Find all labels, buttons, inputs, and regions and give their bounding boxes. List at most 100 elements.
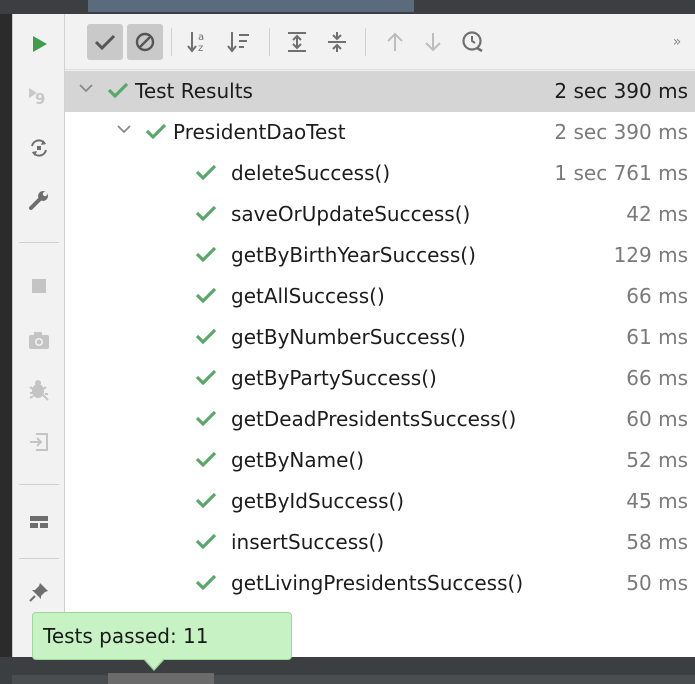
passed-check-icon (195, 205, 217, 222)
tree-node-test[interactable]: getByNumberSuccess() 61 ms (65, 317, 695, 358)
export-icon (30, 433, 48, 451)
test-name-label: getLivingPresidentsSuccess() (231, 571, 524, 595)
toolbar-separator (269, 28, 270, 56)
passed-check-icon (195, 451, 217, 468)
run-tool-window: 9 a z » Test Results 2 sec 390 ms Presid… (12, 14, 695, 657)
settings-wrench-icon (29, 191, 48, 210)
debug-button[interactable] (23, 374, 55, 406)
tree-node-test[interactable]: getLivingPresidentsSuccess() 50 ms (65, 563, 695, 604)
toolbar-overflow-button[interactable]: » (659, 24, 695, 60)
collapse-all-icon (328, 32, 346, 52)
duration-label: 60 ms (626, 407, 688, 431)
tree-node-label: Test Results (135, 79, 253, 103)
duration-label: 1 sec 761 ms (554, 161, 688, 185)
toolbar-separator (171, 28, 172, 56)
sort-by-duration-button[interactable] (221, 24, 257, 60)
toggle-auto-test-button[interactable] (23, 132, 55, 164)
duration-label: 129 ms (613, 243, 688, 267)
stop-button[interactable] (23, 270, 55, 302)
passed-check-icon (195, 369, 217, 386)
test-name-label: getByBirthYearSuccess() (231, 243, 476, 267)
test-history-button[interactable] (455, 24, 491, 60)
expand-all-button[interactable] (279, 24, 315, 60)
sort-alphabetically-button[interactable]: az (181, 24, 217, 60)
test-name-label: saveOrUpdateSuccess() (231, 202, 471, 226)
test-results-toolbar: az » (65, 14, 695, 70)
duration-label: 2 sec 390 ms (554, 120, 688, 144)
toolbar-separator (19, 242, 59, 243)
debug-bug-icon (29, 380, 49, 401)
passed-check-icon (195, 328, 217, 345)
rerun-play-icon (33, 36, 47, 52)
test-results-tree[interactable]: Test Results 2 sec 390 ms PresidentDaoTe… (65, 71, 695, 657)
toolbar-separator (365, 28, 366, 56)
duration-label: 61 ms (626, 325, 688, 349)
rerun-failed-button[interactable]: 9 (23, 80, 55, 112)
chevron-down-icon[interactable] (77, 79, 95, 97)
duration-label: 66 ms (626, 284, 688, 308)
active-bottom-tab-indicator (108, 673, 214, 684)
passed-check-icon (107, 82, 129, 99)
settings-button[interactable] (23, 184, 55, 216)
show-ignored-toggle[interactable] (127, 24, 163, 60)
tree-node-test[interactable]: deleteSuccess() 1 sec 761 ms (65, 153, 695, 194)
sort-alphabetically-icon: az (187, 32, 204, 54)
chevron-down-icon[interactable] (115, 120, 133, 138)
collapse-all-button[interactable] (319, 24, 355, 60)
bottom-status-strip (0, 657, 695, 684)
tree-node-test[interactable]: getByName() 52 ms (65, 440, 695, 481)
expand-all-icon (288, 32, 306, 52)
duration-label: 50 ms (626, 571, 688, 595)
sort-by-duration-icon (227, 32, 249, 53)
run-side-toolbar: 9 (13, 14, 65, 657)
export-button[interactable] (23, 426, 55, 458)
test-name-label: getDeadPresidentsSuccess() (231, 407, 517, 431)
passed-check-icon (195, 574, 217, 591)
tests-passed-tooltip: Tests passed: 11 (32, 612, 292, 660)
rerun-failed-icon: 9 (29, 88, 45, 107)
screenshot-button[interactable] (23, 324, 55, 356)
passed-check-icon (145, 123, 167, 140)
layout-button[interactable] (23, 506, 55, 538)
layout-icon (30, 516, 48, 528)
test-history-clock-icon (462, 31, 483, 53)
screenshot-camera-icon (29, 332, 49, 349)
pin-button[interactable] (23, 576, 55, 608)
tree-root-test-results[interactable]: Test Results 2 sec 390 ms (65, 71, 695, 112)
passed-check-icon (195, 164, 217, 181)
duration-label: 52 ms (626, 448, 688, 472)
ide-window: 9 a z » Test Results 2 sec 390 ms Presid… (0, 0, 695, 684)
tree-node-test[interactable]: getDeadPresidentsSuccess() 60 ms (65, 399, 695, 440)
stop-icon (32, 279, 46, 293)
show-passed-toggle[interactable] (87, 24, 123, 60)
duration-label: 66 ms (626, 366, 688, 390)
tooltip-text: Tests passed: 11 (43, 624, 209, 648)
next-failed-button[interactable] (415, 24, 451, 60)
tree-node-test[interactable]: saveOrUpdateSuccess() 42 ms (65, 194, 695, 235)
tree-node-test[interactable]: getByIdSuccess() 45 ms (65, 481, 695, 522)
pin-icon (29, 583, 48, 602)
tooltip-arrow-fill (144, 658, 164, 669)
passed-check-icon (195, 410, 217, 427)
test-name-label: getByPartySuccess() (231, 366, 437, 390)
svg-text:9: 9 (35, 90, 45, 107)
test-name-label: insertSuccess() (231, 530, 385, 554)
tree-node-test[interactable]: insertSuccess() 58 ms (65, 522, 695, 563)
passed-check-icon (195, 492, 217, 509)
duration-label: 58 ms (626, 530, 688, 554)
toolbar-separator (19, 558, 59, 559)
tree-node-suite[interactable]: PresidentDaoTest 2 sec 390 ms (65, 112, 695, 153)
top-tab-strip (0, 0, 695, 14)
tree-node-test[interactable]: getByPartySuccess() 66 ms (65, 358, 695, 399)
duration-label: 45 ms (626, 489, 688, 513)
tree-node-test[interactable]: getByBirthYearSuccess() 129 ms (65, 235, 695, 276)
toolbar-separator (19, 484, 59, 485)
test-name-label: getByNumberSuccess() (231, 325, 466, 349)
test-name-label: deleteSuccess() (231, 161, 391, 185)
show-ignored-icon (135, 32, 155, 52)
show-passed-check-icon (94, 34, 116, 51)
test-name-label: getAllSuccess() (231, 284, 385, 308)
rerun-button[interactable] (23, 28, 55, 60)
previous-failed-button[interactable] (377, 24, 413, 60)
tree-node-test[interactable]: getAllSuccess() 66 ms (65, 276, 695, 317)
